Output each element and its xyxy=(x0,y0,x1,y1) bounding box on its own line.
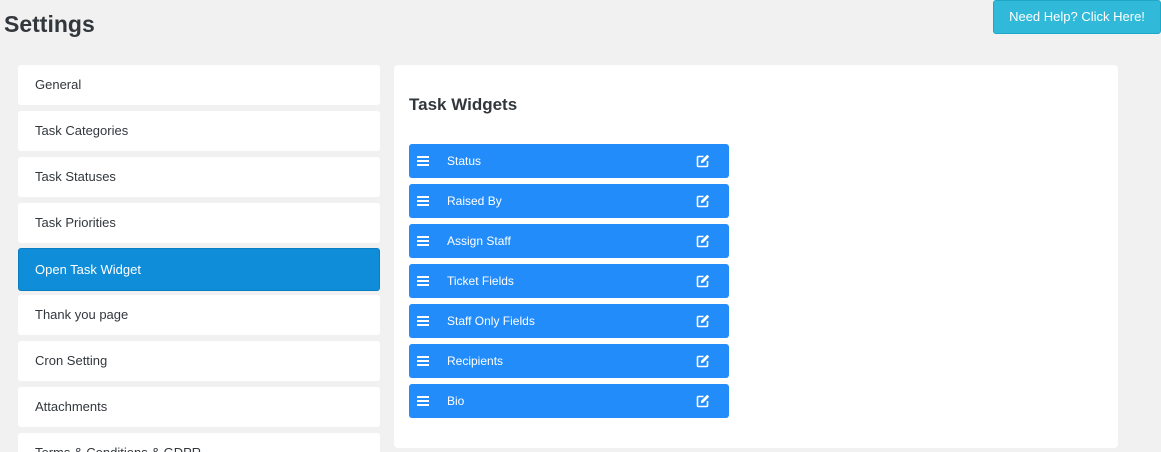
bars-icon[interactable] xyxy=(417,236,429,246)
page-title: Settings xyxy=(4,11,95,37)
widget-item-ticket-fields[interactable]: Ticket Fields xyxy=(409,264,729,298)
sidebar-item-general[interactable]: General xyxy=(18,65,380,105)
widget-label: Recipients xyxy=(447,354,504,368)
task-widgets-panel: Task Widgets Status Raised By Assign Sta… xyxy=(394,65,1118,448)
sidebar-item-task-priorities[interactable]: Task Priorities xyxy=(18,203,380,243)
widget-item-status[interactable]: Status xyxy=(409,144,729,178)
widget-label: Raised By xyxy=(447,194,502,208)
edit-icon[interactable] xyxy=(696,394,710,408)
sidebar-item-task-statuses[interactable]: Task Statuses xyxy=(18,157,380,197)
bars-icon[interactable] xyxy=(417,356,429,366)
sidebar-item-task-categories[interactable]: Task Categories xyxy=(18,111,380,151)
widget-label: Status xyxy=(447,154,482,168)
bars-icon[interactable] xyxy=(417,396,429,406)
bars-icon[interactable] xyxy=(417,316,429,326)
widget-item-assign-staff[interactable]: Assign Staff xyxy=(409,224,729,258)
edit-icon[interactable] xyxy=(696,154,710,168)
help-button[interactable]: Need Help? Click Here! xyxy=(993,0,1161,34)
widget-label: Assign Staff xyxy=(447,234,511,248)
bars-icon[interactable] xyxy=(417,276,429,286)
widget-label: Staff Only Fields xyxy=(447,314,535,328)
edit-icon[interactable] xyxy=(696,194,710,208)
edit-icon[interactable] xyxy=(696,234,710,248)
widget-label: Ticket Fields xyxy=(447,274,514,288)
edit-icon[interactable] xyxy=(696,354,710,368)
widget-label: Bio xyxy=(447,394,465,408)
sidebar-item-open-task-widget[interactable]: Open Task Widget xyxy=(18,248,380,291)
widget-item-staff-only-fields[interactable]: Staff Only Fields xyxy=(409,304,729,338)
widget-item-raised-by[interactable]: Raised By xyxy=(409,184,729,218)
sidebar-item-thank-you-page[interactable]: Thank you page xyxy=(18,295,380,335)
sidebar-item-attachments[interactable]: Attachments xyxy=(18,387,380,427)
edit-icon[interactable] xyxy=(696,274,710,288)
bars-icon[interactable] xyxy=(417,196,429,206)
panel-title: Task Widgets xyxy=(409,95,518,114)
settings-sidebar: General Task Categories Task Statuses Ta… xyxy=(18,65,380,452)
widget-item-recipients[interactable]: Recipients xyxy=(409,344,729,378)
edit-icon[interactable] xyxy=(696,314,710,328)
bars-icon[interactable] xyxy=(417,156,429,166)
sidebar-item-terms-conditions-gdpr[interactable]: Terms & Conditions & GDPR xyxy=(18,433,380,452)
widget-item-bio[interactable]: Bio xyxy=(409,384,729,418)
sidebar-item-cron-setting[interactable]: Cron Setting xyxy=(18,341,380,381)
